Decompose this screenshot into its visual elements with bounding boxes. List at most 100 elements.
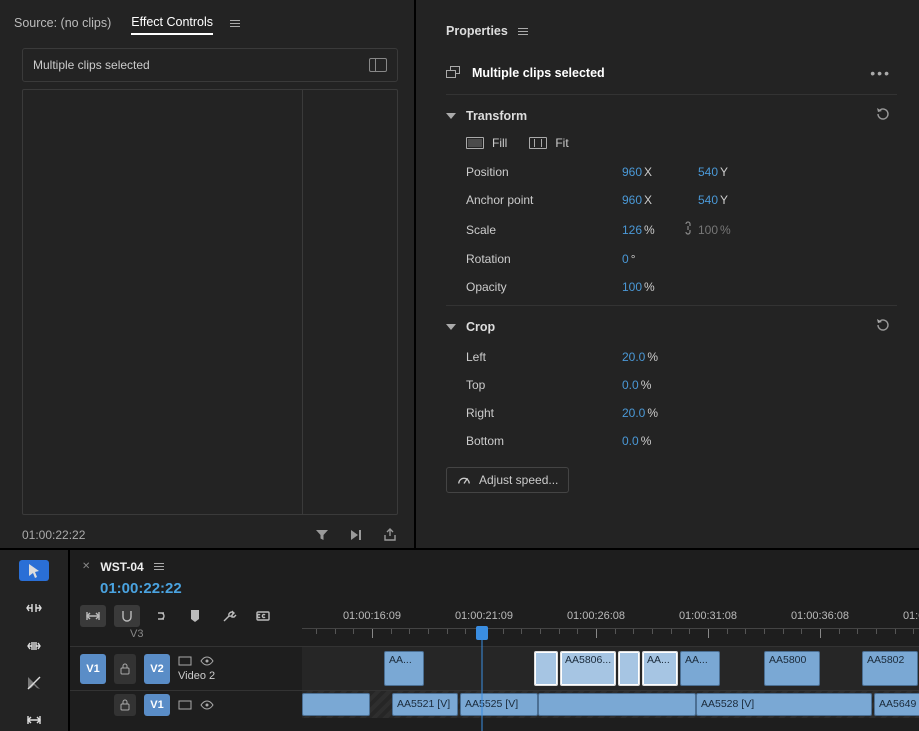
track-output-icon[interactable] <box>178 699 192 711</box>
timeline-tracks[interactable]: AA...AA5806...AA...AA...AA5800AA5802 AA5… <box>302 646 919 718</box>
timeline-clip[interactable]: AA... <box>680 651 720 686</box>
prop-crop-bottom: Bottom 0.0% <box>446 427 897 455</box>
reset-icon[interactable] <box>875 318 891 335</box>
panel-menu-icon[interactable] <box>518 28 528 35</box>
settings-wrench-icon[interactable] <box>216 605 242 627</box>
prop-crop-right: Right 20.0% <box>446 399 897 427</box>
timeline-clip[interactable] <box>538 693 696 716</box>
razor-tool[interactable] <box>19 672 49 693</box>
timeline-clip[interactable]: AA... <box>384 651 424 686</box>
timeline-clip[interactable]: AA... <box>642 651 678 686</box>
rotation-value[interactable]: 0 <box>622 252 629 266</box>
crop-bottom-value[interactable]: 0.0 <box>622 434 639 448</box>
prop-label: Position <box>466 165 622 179</box>
section-title: Crop <box>466 320 495 334</box>
prop-label: Anchor point <box>466 193 622 207</box>
close-sequence-icon[interactable]: ✕ <box>82 561 90 572</box>
section-crop[interactable]: Crop <box>446 305 897 343</box>
track-target-v2[interactable]: V2 <box>144 654 170 684</box>
link-icon[interactable] <box>678 221 698 238</box>
scale-fit-button[interactable]: Fit <box>529 136 568 150</box>
fit-label: Fit <box>555 136 568 150</box>
tab-effect-controls[interactable]: Effect Controls <box>131 11 213 35</box>
selection-label: Multiple clips selected <box>472 66 605 80</box>
prop-scale: Scale 126% 100% <box>446 214 897 245</box>
prop-label: Opacity <box>466 280 622 294</box>
crop-right-value[interactable]: 20.0 <box>622 406 645 420</box>
filter-icon[interactable] <box>314 527 330 543</box>
track-v2-lane[interactable]: AA...AA5806...AA...AA...AA5800AA5802 <box>302 646 919 690</box>
rolling-edit-tool[interactable] <box>19 635 49 656</box>
crop-left-value[interactable]: 20.0 <box>622 350 645 364</box>
playhead-timecode[interactable]: 01:00:22:22 <box>70 580 919 599</box>
track-visibility-icon[interactable] <box>200 699 214 711</box>
properties-panel: Properties Multiple clips selected ••• T… <box>416 0 919 548</box>
timeline-clip[interactable] <box>618 651 640 686</box>
play-only-icon[interactable] <box>348 527 364 543</box>
marker-icon[interactable] <box>182 605 208 627</box>
track-visibility-icon[interactable] <box>200 655 214 667</box>
timeline-clip[interactable] <box>302 693 370 716</box>
prop-anchor: Anchor point 960X 540Y <box>446 186 897 214</box>
ruler-time-label: 01:00:31:08 <box>679 610 737 622</box>
clip-label: AA5521 [V] <box>397 698 450 710</box>
clip-label: AA5806... <box>565 654 611 666</box>
ruler-time-label: 01:00:41:08 <box>903 610 919 622</box>
timeline-menu-icon[interactable] <box>154 563 164 570</box>
snap-icon[interactable] <box>114 605 140 627</box>
track-lock-icon[interactable] <box>114 654 136 684</box>
prop-label: Bottom <box>466 434 622 448</box>
section-title: Transform <box>466 109 527 123</box>
timeline-panel: ✕ WST-04 01:00:22:22 01:00:16:0901:00:21… <box>70 550 919 731</box>
position-y-value[interactable]: 540 <box>698 165 718 179</box>
anchor-x-value[interactable]: 960 <box>622 193 642 207</box>
reset-icon[interactable] <box>875 107 891 124</box>
timeline-clip[interactable] <box>534 651 558 686</box>
effect-controls-panel: Source: (no clips) Effect Controls Multi… <box>0 0 416 548</box>
panel-menu-icon[interactable] <box>229 20 241 27</box>
sequence-name[interactable]: WST-04 <box>100 560 143 574</box>
track-target-v1[interactable]: V1 <box>144 694 170 716</box>
timeline-clip[interactable]: AA5806... <box>560 651 616 686</box>
source-patch-v1[interactable]: V1 <box>80 654 106 684</box>
clip-label: AA5802 <box>867 654 904 666</box>
scale-value[interactable]: 126 <box>622 223 642 237</box>
linked-selection-icon[interactable] <box>148 605 174 627</box>
scale-fill-button[interactable]: Fill <box>466 136 507 150</box>
anchor-y-value[interactable]: 540 <box>698 193 718 207</box>
crop-top-value[interactable]: 0.0 <box>622 378 639 392</box>
timeline-clip[interactable]: AA5521 [V] <box>392 693 458 716</box>
timeline-clip[interactable]: AA5802 <box>862 651 918 686</box>
adjust-speed-button[interactable]: Adjust speed... <box>446 467 569 493</box>
playhead[interactable] <box>476 626 488 640</box>
layout-toggle-icon[interactable] <box>369 58 387 72</box>
timeline-clip[interactable]: AA5525 [V] <box>460 693 538 716</box>
track-lock-icon[interactable] <box>114 694 136 716</box>
section-transform[interactable]: Transform <box>446 95 897 132</box>
footer-timecode[interactable]: 01:00:22:22 <box>22 528 85 542</box>
clip-label: AA5649 [V] <box>879 698 919 710</box>
ripple-edit-tool[interactable] <box>19 597 49 618</box>
slip-tool[interactable] <box>19 710 49 731</box>
timeline-clip[interactable]: AA5528 [V] <box>696 693 872 716</box>
clip-label: AA5525 [V] <box>465 698 518 710</box>
selection-tool[interactable] <box>19 560 49 581</box>
insert-mode-icon[interactable] <box>80 605 106 627</box>
more-options-icon[interactable]: ••• <box>870 68 891 78</box>
tab-source[interactable]: Source: (no clips) <box>14 12 111 34</box>
clip-label: AA... <box>389 654 412 666</box>
export-icon[interactable] <box>382 527 398 543</box>
clip-label: AA5800 <box>769 654 806 666</box>
opacity-value[interactable]: 100 <box>622 280 642 294</box>
preview-divider <box>302 90 303 514</box>
timeline-clip[interactable]: AA5800 <box>764 651 820 686</box>
selection-info-bar: Multiple clips selected <box>22 48 398 82</box>
position-x-value[interactable]: 960 <box>622 165 642 179</box>
track-v1-lane[interactable]: AA5521 [V] AA5525 [V] AA5528 [V] AA5649 [V] <box>302 690 919 718</box>
captions-icon[interactable] <box>250 605 276 627</box>
track-output-icon[interactable] <box>178 655 192 667</box>
timeline-clip[interactable]: AA5649 [V] <box>874 693 919 716</box>
ruler-time-label: 01:00:26:08 <box>567 610 625 622</box>
timeline-ruler[interactable]: 01:00:16:0901:00:21:0901:00:26:0801:00:3… <box>302 610 919 646</box>
prop-label: Scale <box>466 223 622 237</box>
